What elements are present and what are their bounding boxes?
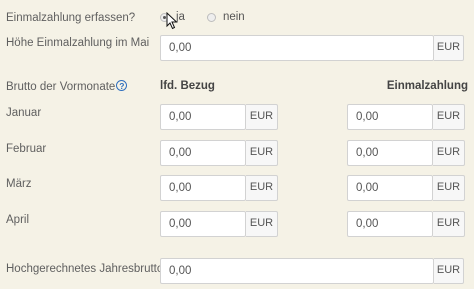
lfd-unit-februar: EUR <box>246 140 278 166</box>
lfd-input-februar[interactable] <box>160 140 246 166</box>
lfd-input-maerz[interactable] <box>160 175 246 201</box>
einmal-unit-januar: EUR <box>433 104 465 130</box>
vormonate-label: Brutto der Vormonate? <box>6 80 128 93</box>
hoehe-label: Höhe Einmalzahlung im Mai <box>6 37 150 49</box>
help-icon[interactable]: ? <box>116 80 128 91</box>
lfd-unit-april: EUR <box>246 211 278 237</box>
einmal-input-maerz[interactable] <box>347 175 433 201</box>
col-einmal-header: Einmalzahlung <box>386 80 468 92</box>
col-lfd-header: lfd. Bezug <box>160 80 215 92</box>
jahresbrutto-unit: EUR <box>434 258 464 284</box>
lfd-input-april[interactable] <box>160 211 246 237</box>
lfd-unit-januar: EUR <box>246 104 278 130</box>
hoehe-input[interactable] <box>160 35 434 61</box>
month-label: April <box>6 214 30 226</box>
radio-nein[interactable] <box>206 12 216 22</box>
einmal-input-februar[interactable] <box>347 140 433 166</box>
einmal-input-april[interactable] <box>347 211 433 237</box>
jahresbrutto-label: Hochgerechnetes Jahresbrutto? <box>6 262 176 275</box>
einmalzahlung-label: Einmalzahlung erfassen? <box>6 12 136 24</box>
month-label: Februar <box>6 143 47 155</box>
jahresbrutto-input[interactable] <box>160 258 434 284</box>
hoehe-unit: EUR <box>434 35 464 61</box>
month-label: Januar <box>6 107 42 119</box>
lfd-input-januar[interactable] <box>160 104 246 130</box>
vormonate-label-text: Brutto der Vormonate <box>6 81 116 93</box>
einmal-unit-maerz: EUR <box>433 175 465 201</box>
lfd-unit-maerz: EUR <box>246 175 278 201</box>
einmal-input-januar[interactable] <box>347 104 433 130</box>
jahresbrutto-label-text: Hochgerechnetes Jahresbrutto <box>6 263 164 275</box>
einmal-unit-februar: EUR <box>433 140 465 166</box>
radio-nein-label[interactable]: nein <box>223 11 245 23</box>
month-label: März <box>6 178 32 190</box>
mouse-cursor-icon <box>166 12 178 30</box>
einmal-unit-april: EUR <box>433 211 465 237</box>
